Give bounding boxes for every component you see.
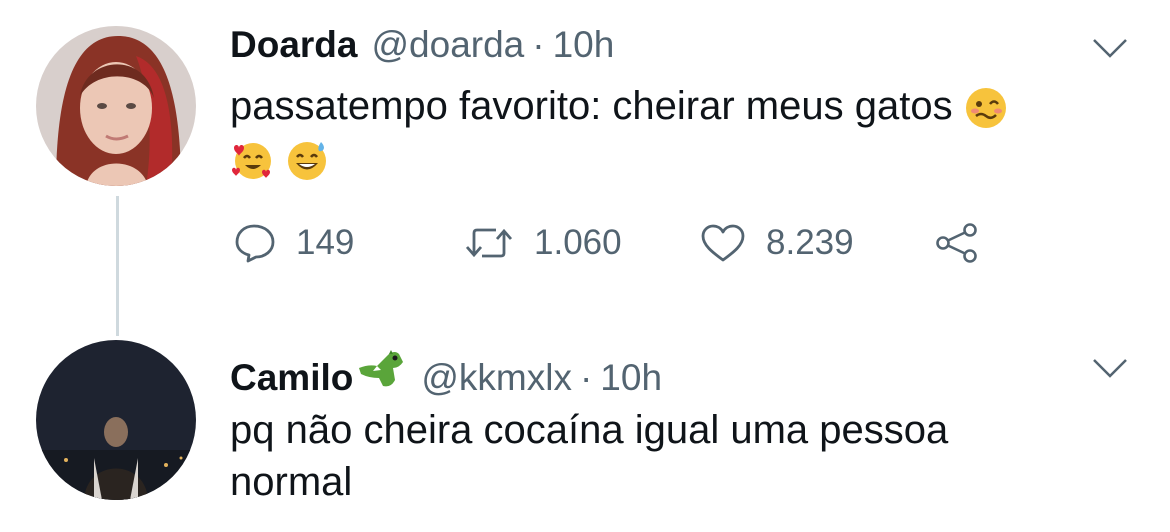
tweet-text-content: passatempo favorito: cheirar meus gatos [230,84,953,128]
share-icon[interactable] [934,222,980,264]
like-count: 8.239 [766,223,854,262]
chevron-down-icon[interactable] [1090,36,1130,60]
smiling-face-with-hearts-emoji [230,138,274,182]
display-name[interactable]: Camilo [230,357,353,399]
chevron-down-icon[interactable] [1090,356,1130,380]
retweet-count: 1.060 [534,223,622,262]
grinning-sweat-emoji [285,138,329,182]
woozy-face-emoji [964,86,1008,130]
timestamp[interactable]: 10h [600,357,662,399]
tweet-header: Doarda @doarda · 10h [230,24,614,66]
retweet-icon[interactable] [464,223,514,263]
display-name[interactable]: Doarda [230,24,357,66]
separator-dot: · [579,357,593,398]
crocodile-emoji [355,346,407,390]
like-action[interactable]: 8.239 [700,223,934,263]
tweet-text: pq não cheira cocaína igual uma pessoa n… [230,404,1110,508]
tweet-actions: 149 1.060 8.239 [234,222,980,264]
user-handle[interactable]: @doarda [371,24,524,66]
separator-dot: · [532,24,545,65]
tweet-header: Camilo @kkmxlx · 10h [230,346,662,399]
tweet-text-line-2: normal [230,460,353,504]
reply-action[interactable]: 149 [234,223,464,263]
tweet-text-line-1: pq não cheira cocaína igual uma pessoa [230,408,949,452]
tweet-camilo[interactable]: Camilo @kkmxlx · 10h pq não cheira cocaí… [0,300,1170,532]
tweet-text: passatempo favorito: cheirar meus gatos [230,80,1110,184]
share-action[interactable] [934,222,980,264]
avatar[interactable] [36,26,196,186]
tweet-doarda[interactable]: Doarda @doarda · 10h passatempo favorito… [0,0,1170,300]
reply-icon[interactable] [234,223,276,263]
user-handle[interactable]: @kkmxlx [421,357,572,399]
like-icon[interactable] [700,223,746,263]
reply-count: 149 [296,223,355,262]
timestamp[interactable]: 10h [553,24,615,66]
avatar[interactable] [36,340,196,500]
retweet-action[interactable]: 1.060 [464,223,700,263]
